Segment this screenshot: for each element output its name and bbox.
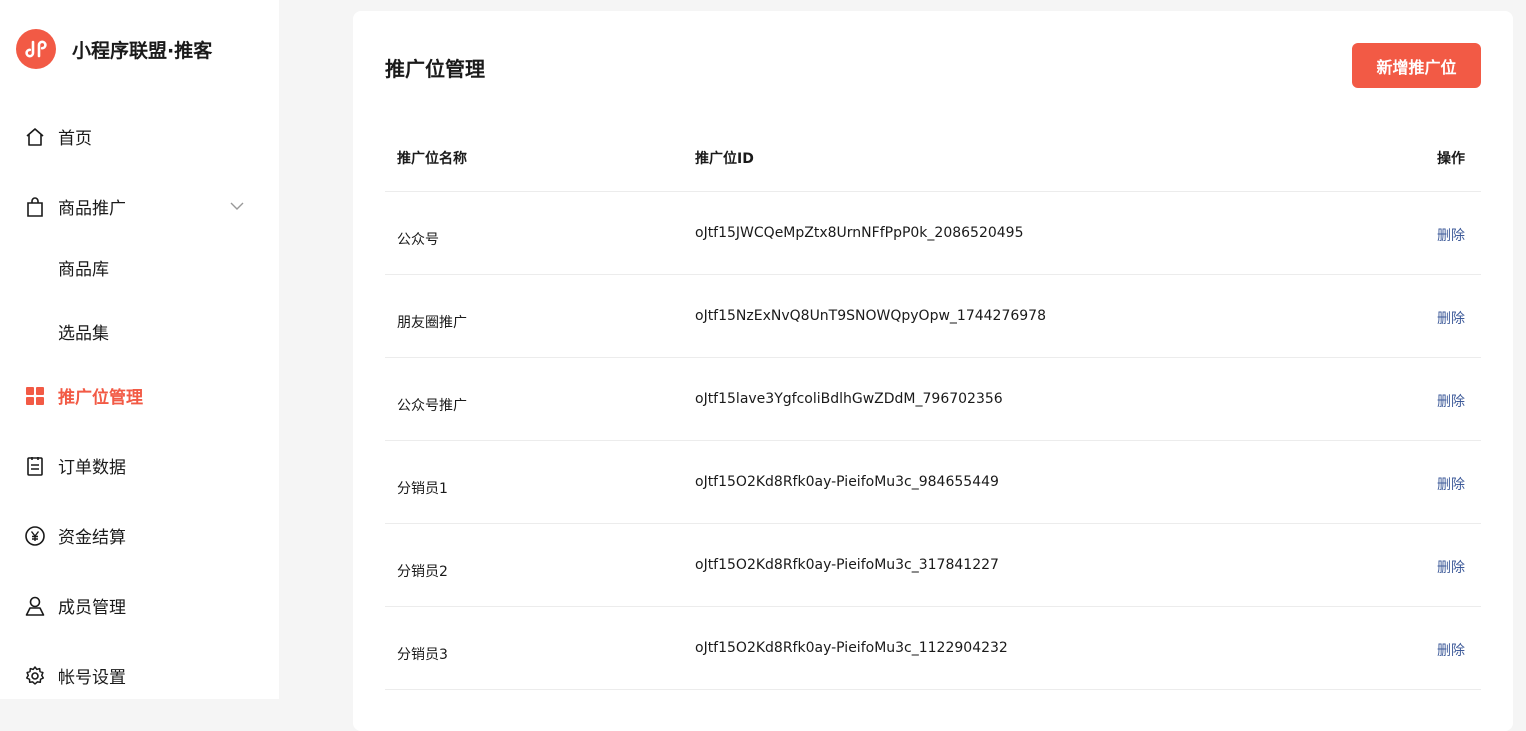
sidebar-item-account-settings[interactable]: 帐号设置	[24, 663, 126, 688]
column-header-name: 推广位名称	[397, 151, 467, 167]
sidebar-item-label: 推广位管理	[58, 388, 143, 408]
sidebar-item-label: 帐号设置	[58, 668, 126, 688]
delete-link[interactable]: 删除	[1437, 474, 1465, 494]
sidebar-item-members[interactable]: 成员管理	[24, 593, 126, 618]
sidebar-item-product-promotion[interactable]: 商品推广	[24, 194, 126, 219]
slot-id: oJtf15O2Kd8Rfk0ay-PieifoMu3c_984655449	[695, 474, 999, 490]
page-title: 推广位管理	[385, 57, 485, 81]
slot-id: oJtf15NzExNvQ8UnT9SNOWQpyOpw_1744276978	[695, 308, 1046, 324]
sidebar-item-promotion-slots[interactable]: 推广位管理	[24, 383, 143, 408]
delete-link[interactable]: 删除	[1437, 640, 1465, 660]
table-header: 推广位名称 推广位ID 操作	[385, 115, 1481, 192]
column-header-actions: 操作	[1437, 151, 1465, 167]
slot-name: 公众号	[397, 232, 439, 248]
sidebar-item-label: 订单数据	[58, 458, 126, 478]
yuan-icon	[24, 525, 46, 547]
sidebar-subitem-selection-set[interactable]: 选品集	[58, 319, 109, 344]
add-promotion-slot-button[interactable]: 新增推广位	[1352, 43, 1481, 88]
table-row: 公众号 oJtf15JWCQeMpZtx8UrnNFfPpP0k_2086520…	[385, 192, 1481, 275]
table-row: 分销员1 oJtf15O2Kd8Rfk0ay-PieifoMu3c_984655…	[385, 441, 1481, 524]
slot-name: 分销员1	[397, 481, 448, 497]
delete-link[interactable]: 删除	[1437, 225, 1465, 245]
app-title: 小程序联盟·推客	[72, 39, 213, 62]
brand[interactable]: 小程序联盟·推客	[16, 29, 212, 69]
grid-icon	[24, 385, 46, 407]
sidebar-item-label: 商品推广	[58, 199, 126, 219]
slot-id: oJtf15lave3YgfcoliBdlhGwZDdM_796702356	[695, 391, 1003, 407]
mini-program-logo-icon	[16, 29, 56, 69]
slot-name: 分销员3	[397, 647, 448, 663]
slot-id: oJtf15O2Kd8Rfk0ay-PieifoMu3c_1122904232	[695, 640, 1008, 656]
sidebar-item-label: 资金结算	[58, 528, 126, 548]
home-icon	[24, 126, 46, 148]
chevron-down-icon[interactable]	[228, 197, 246, 215]
table-row: 分销员2 oJtf15O2Kd8Rfk0ay-PieifoMu3c_317841…	[385, 524, 1481, 607]
slot-id: oJtf15JWCQeMpZtx8UrnNFfPpP0k_2086520495	[695, 225, 1024, 241]
sidebar: 小程序联盟·推客 首页 商品推广 商品库 选品集 推广位管理 订单数据 资金结算…	[0, 0, 279, 699]
slot-id: oJtf15O2Kd8Rfk0ay-PieifoMu3c_317841227	[695, 557, 999, 573]
column-header-id: 推广位ID	[695, 151, 754, 167]
main-card: 推广位管理 新增推广位 推广位名称 推广位ID 操作 公众号 oJtf15JWC…	[353, 11, 1513, 731]
sidebar-item-label: 成员管理	[58, 598, 126, 618]
delete-link[interactable]: 删除	[1437, 557, 1465, 577]
table-row: 朋友圈推广 oJtf15NzExNvQ8UnT9SNOWQpyOpw_17442…	[385, 275, 1481, 358]
clipboard-icon	[24, 455, 46, 477]
shopping-bag-icon	[24, 196, 46, 218]
table-row: 分销员3 oJtf15O2Kd8Rfk0ay-PieifoMu3c_112290…	[385, 607, 1481, 690]
sidebar-item-label: 首页	[58, 129, 92, 149]
sidebar-item-order-data[interactable]: 订单数据	[24, 453, 126, 478]
sidebar-item-home[interactable]: 首页	[24, 124, 92, 149]
slot-name: 朋友圈推广	[397, 315, 467, 331]
gear-icon	[24, 665, 46, 687]
user-icon	[24, 595, 46, 617]
delete-link[interactable]: 删除	[1437, 308, 1465, 328]
slot-name: 分销员2	[397, 564, 448, 580]
slot-name: 公众号推广	[397, 398, 467, 414]
promotion-slot-table: 推广位名称 推广位ID 操作 公众号 oJtf15JWCQeMpZtx8UrnN…	[385, 115, 1481, 690]
sidebar-item-settlement[interactable]: 资金结算	[24, 523, 126, 548]
table-row: 公众号推广 oJtf15lave3YgfcoliBdlhGwZDdM_79670…	[385, 358, 1481, 441]
sidebar-subitem-product-library[interactable]: 商品库	[58, 255, 109, 280]
delete-link[interactable]: 删除	[1437, 391, 1465, 411]
